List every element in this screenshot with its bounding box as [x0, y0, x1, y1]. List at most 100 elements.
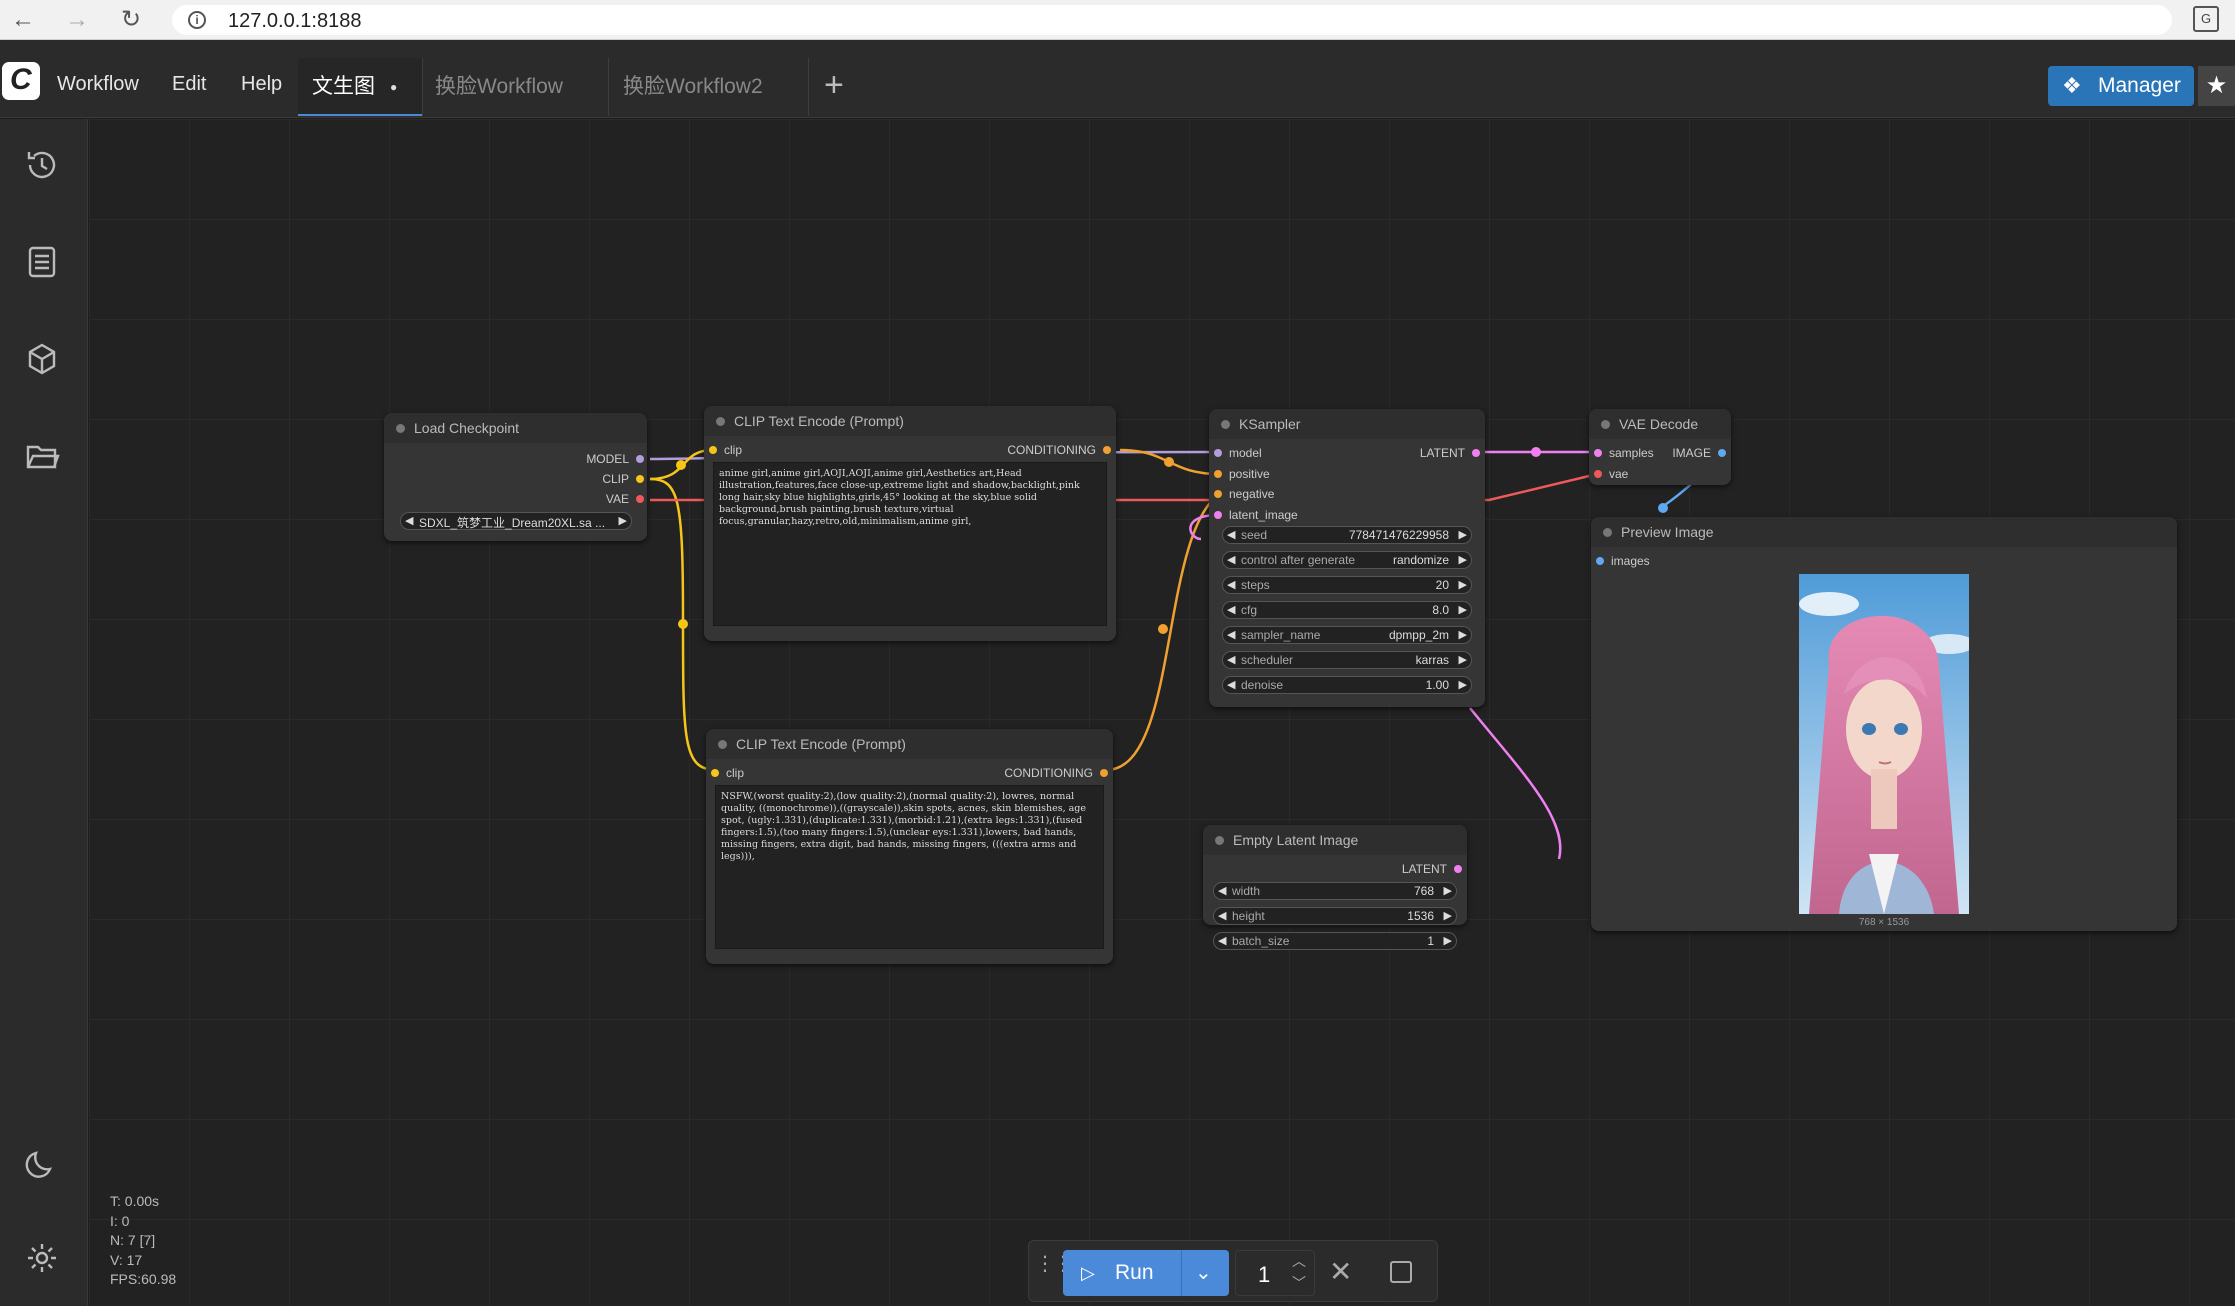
widget-seed[interactable]: seed 778471476229958 — [1222, 526, 1472, 544]
menu-workflow[interactable]: Workflow — [57, 73, 139, 96]
widget-label: width — [1232, 884, 1261, 898]
prompt-textarea[interactable] — [715, 785, 1104, 949]
output-latent-label: LATENT — [1401, 862, 1447, 876]
run-button[interactable]: ▷ Run ⌄ — [1063, 1250, 1229, 1296]
address-bar[interactable]: i 127.0.0.1:8188 — [172, 5, 2172, 35]
queue-list-icon[interactable] — [20, 240, 64, 284]
chevron-down-icon[interactable]: ⌄ — [1195, 1250, 1212, 1296]
node-clip-text-encode-positive[interactable]: CLIP Text Encode (Prompt) clip CONDITION… — [704, 406, 1116, 641]
manager-button[interactable]: ❖ Manager — [2048, 66, 2194, 106]
stat-nodes: N: 7 [7] — [110, 1232, 156, 1248]
output-model-dot[interactable] — [636, 455, 644, 463]
browser-toolbar: ← → ↻ i 127.0.0.1:8188 G — [0, 0, 2235, 40]
perf-stats: T: 0.00s I: 0 N: 7 [7] V: 17 FPS:60.98 — [110, 1192, 176, 1290]
comfy-logo[interactable] — [2, 62, 40, 100]
input-model-label: model — [1229, 446, 1262, 460]
widget-height[interactable]: height 1536 — [1213, 907, 1457, 925]
menu-edit[interactable]: Edit — [172, 73, 206, 96]
history-icon[interactable] — [20, 143, 64, 187]
puzzle-icon: ❖ — [2062, 73, 2082, 98]
widget-cfg[interactable]: cfg 8.0 — [1222, 601, 1472, 619]
star-icon[interactable]: ★ — [2198, 66, 2235, 106]
manager-label: Manager — [2098, 74, 2181, 97]
link-empty-latent — [1469, 707, 1562, 860]
node-title: CLIP Text Encode (Prompt) — [704, 406, 1116, 436]
input-vae-label: vae — [1609, 467, 1629, 481]
output-vae-dot[interactable] — [636, 495, 644, 503]
input-vae-dot[interactable] — [1594, 470, 1602, 478]
tab-huanlian-workflow[interactable]: 换脸Workflow — [435, 58, 563, 116]
output-latent-dot[interactable] — [1472, 449, 1480, 457]
input-negative-label: negative — [1229, 487, 1275, 501]
batch-count-input[interactable]: 1 ︿ ﹀ — [1235, 1250, 1315, 1296]
ckpt-name-combo[interactable]: SDXL_筑梦工业_Dream20XL.sa ... — [400, 512, 632, 530]
output-latent-dot[interactable] — [1454, 865, 1462, 873]
output-model-label: MODEL — [586, 452, 629, 466]
tab-wenshengtu[interactable]: 文生图 ● — [298, 58, 422, 116]
node-clip-text-encode-negative[interactable]: CLIP Text Encode (Prompt) clip CONDITION… — [706, 729, 1113, 964]
input-positive-label: positive — [1229, 467, 1270, 481]
output-clip-dot[interactable] — [636, 475, 644, 483]
node-ksampler[interactable]: KSampler model positive negative latent_… — [1209, 409, 1485, 707]
widget-value: 778471476229958 — [1348, 528, 1449, 542]
widget-width[interactable]: width 768 — [1213, 882, 1457, 900]
widget-steps[interactable]: steps 20 — [1222, 576, 1472, 594]
widget-value: 20 — [1435, 578, 1449, 592]
tab-huanlian-workflow2[interactable]: 换脸Workflow2 — [623, 58, 763, 116]
widget-sampler-name[interactable]: sampler_name dpmpp_2m — [1222, 626, 1472, 644]
input-positive-dot[interactable] — [1214, 470, 1222, 478]
back-arrow-icon[interactable]: ← — [8, 6, 38, 34]
translate-icon[interactable]: G — [2193, 6, 2219, 32]
widget-label: control after generate — [1241, 553, 1356, 567]
cancel-x-icon[interactable]: ✕ — [1329, 1255, 1352, 1288]
output-image-label: IMAGE — [1672, 446, 1711, 460]
node-load-checkpoint[interactable]: Load Checkpoint MODEL CLIP VAE SDXL_筑梦工业… — [384, 413, 647, 541]
input-model-dot[interactable] — [1214, 449, 1222, 457]
input-negative-dot[interactable] — [1214, 490, 1222, 498]
output-conditioning-dot[interactable] — [1103, 446, 1111, 454]
node-empty-latent-image[interactable]: Empty Latent Image LATENT width 768 heigh… — [1203, 825, 1467, 925]
unsaved-dot-icon: ● — [390, 80, 398, 94]
widget-label: steps — [1241, 578, 1270, 592]
forward-arrow-icon[interactable]: → — [62, 6, 92, 34]
stat-v: V: 17 — [110, 1251, 143, 1268]
widget-label: denoise — [1241, 678, 1284, 692]
model-library-cube-icon[interactable] — [20, 337, 64, 381]
settings-gear-icon[interactable] — [20, 1236, 64, 1280]
theme-moon-icon[interactable] — [20, 1141, 64, 1185]
widget-label: seed — [1241, 528, 1268, 542]
widget-scheduler[interactable]: scheduler karras — [1222, 651, 1472, 669]
input-images-dot[interactable] — [1596, 557, 1604, 565]
prompt-textarea[interactable] — [713, 462, 1107, 626]
widget-label: scheduler — [1241, 653, 1294, 667]
add-tab-icon[interactable]: + — [824, 68, 844, 102]
increment-icon[interactable]: ︿ — [1292, 1251, 1306, 1271]
menu-help[interactable]: Help — [241, 73, 282, 96]
node-preview-image[interactable]: Preview Image images 768 × 1536 — [1591, 517, 2177, 931]
input-clip-dot[interactable] — [709, 446, 717, 454]
widget-control-after-generate[interactable]: control after generate randomize — [1222, 551, 1472, 569]
output-conditioning-dot[interactable] — [1100, 769, 1108, 777]
workflows-folder-icon[interactable] — [20, 433, 64, 477]
site-info-icon[interactable]: i — [188, 11, 206, 29]
widget-batch-size[interactable]: batch_size 1 — [1213, 932, 1457, 950]
run-label: Run — [1115, 1261, 1154, 1284]
run-toolbar: ⋮⋮ ▷ Run ⌄ 1 ︿ ﹀ ✕ — [1028, 1240, 1438, 1302]
output-image-dot[interactable] — [1718, 449, 1726, 457]
input-samples-dot[interactable] — [1594, 449, 1602, 457]
tab-divider — [808, 58, 809, 116]
preview-image[interactable] — [1799, 574, 1969, 914]
input-clip-dot[interactable] — [711, 769, 719, 777]
widget-denoise[interactable]: denoise 1.00 — [1222, 676, 1472, 694]
widget-value: 768 — [1413, 884, 1434, 898]
node-title: KSampler — [1209, 409, 1485, 439]
graph-canvas[interactable]: Load Checkpoint MODEL CLIP VAE SDXL_筑梦工业… — [89, 119, 2235, 1306]
decrement-icon[interactable]: ﹀ — [1292, 1273, 1306, 1293]
widget-value: randomize — [1392, 553, 1449, 567]
reload-icon[interactable]: ↻ — [116, 6, 146, 34]
stop-square-icon[interactable] — [1390, 1261, 1412, 1283]
input-latent-dot[interactable] — [1214, 511, 1222, 519]
widget-value: 8.0 — [1432, 603, 1449, 617]
tab-label: 文生图 — [312, 75, 375, 98]
node-vae-decode[interactable]: VAE Decode samples vae IMAGE — [1589, 409, 1731, 485]
